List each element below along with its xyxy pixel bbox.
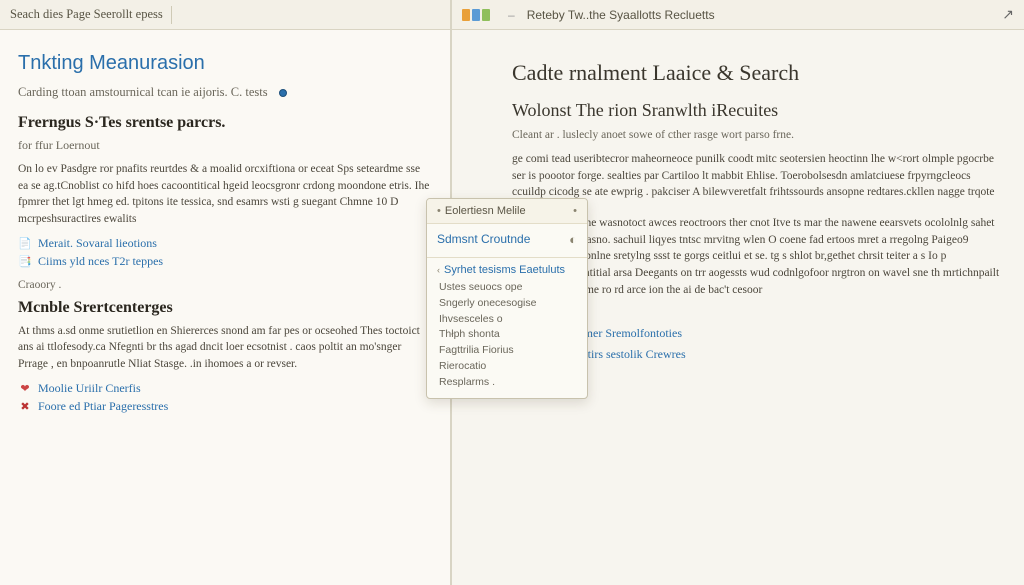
- popover-section-title-row[interactable]: ‹ Syrhet tesisms Eaetuluts: [437, 264, 577, 276]
- right-para1: ge comi tead useribtecror maheorneoce pu…: [512, 151, 1006, 201]
- left-links-2: ❤ Moolie Uriilr Cnerfis ✖ Foore ed Ptiar…: [18, 381, 432, 414]
- right-intro: Cleant ar . luslecly anoet sowe of cther…: [512, 129, 1006, 141]
- popover-item[interactable]: Rierocatio: [437, 359, 577, 375]
- left-topbar: Seach dies Page Seerollt epess: [0, 0, 450, 30]
- link4[interactable]: Foore ed Ptiar Pageresstres: [38, 399, 168, 414]
- popover-hero-title: Sdmsnt Croutnde: [437, 232, 530, 246]
- heart-icon: ❤: [18, 381, 32, 395]
- popover-header: • Eolertiesn Melile •: [427, 199, 587, 224]
- document-icon: 📑: [18, 254, 32, 268]
- left-para1: On lo ev Pasdgre ror pnafits reurtdes & …: [18, 161, 432, 228]
- popover-section-title: Syrhet tesisms Eaetuluts: [444, 264, 565, 276]
- status-dot-icon: [279, 89, 287, 97]
- left-subtitle-row: Carding ttoan amstournical tcan ie aijor…: [18, 85, 432, 100]
- popover-item[interactable]: Resplarms .: [437, 375, 577, 391]
- link-row-3[interactable]: ❤ Moolie Uriilr Cnerfis: [18, 381, 432, 396]
- right-topbar-title: Reteby Tw..the Syaallotts Recluetts: [527, 8, 715, 22]
- moon-icon: ◐: [569, 232, 577, 247]
- link3[interactable]: Moolie Uriilr Cnerfis: [38, 381, 141, 396]
- document-icon: 📄: [18, 236, 32, 250]
- right-section-heading: Wolonst The rion Sranwlth iRecuites: [512, 100, 1006, 121]
- close-icon: ✖: [18, 399, 32, 413]
- left-content: Tnkting Meanurasion Carding ttoan amstou…: [0, 30, 450, 585]
- app-root: Seach dies Page Seerollt epess Tnkting M…: [0, 0, 1024, 585]
- link-row-1[interactable]: 📄 Merait. Sovaral lieotions: [18, 236, 432, 251]
- popover-head-text: Eolertiesn Melile: [445, 205, 526, 217]
- popover-card[interactable]: • Eolertiesn Melile • Sdmsnt Croutnde ◐ …: [426, 198, 588, 399]
- chevron-left-icon: ‹: [437, 265, 440, 275]
- link2[interactable]: Ciims yld nces T2r teppes: [38, 254, 163, 269]
- popover-item[interactable]: Fagttrilia Fiorius: [437, 343, 577, 359]
- popover-section: ‹ Syrhet tesisms Eaetuluts Ustes seuocs …: [427, 258, 587, 398]
- topbar-separator: [171, 6, 172, 24]
- right-page-title: Cadte rnalment Laaice & Search: [512, 60, 1006, 86]
- left-subtitle: Carding ttoan amstournical tcan ie aijor…: [18, 85, 268, 99]
- left-para2: At thms a.sd onme srutietlion en Shierer…: [18, 323, 432, 373]
- link-row-4[interactable]: ✖ Foore ed Ptiar Pageresstres: [18, 399, 432, 414]
- left-section2-heading: Mcnble Srertcenterges: [18, 299, 432, 317]
- link1[interactable]: Merait. Sovaral lieotions: [38, 236, 157, 251]
- bullet-icon: •: [573, 205, 577, 217]
- left-section1-sub: for ffur Loernout: [18, 138, 432, 153]
- left-section1-heading: Frerngus S·Tes srentse parcrs.: [18, 114, 432, 132]
- left-title: Tnkting Meanurasion: [18, 52, 432, 75]
- popover-item[interactable]: Ihvsesceles o: [437, 312, 577, 328]
- dash-icon: –: [508, 8, 515, 22]
- left-pane: Seach dies Page Seerollt epess Tnkting M…: [0, 0, 452, 585]
- bullet-icon: •: [437, 205, 441, 217]
- left-links-1: 📄 Merait. Sovaral lieotions 📑 Ciims yld …: [18, 236, 432, 269]
- popover-item[interactable]: Sngerly onecesogise: [437, 296, 577, 312]
- share-arrow-icon[interactable]: ↗: [1002, 6, 1014, 23]
- right-topbar: – Reteby Tw..the Syaallotts Recluetts ↗: [452, 0, 1024, 30]
- category-label: Craoory .: [18, 279, 432, 291]
- link-row-2[interactable]: 📑 Ciims yld nces T2r teppes: [18, 254, 432, 269]
- books-icon: [462, 9, 490, 21]
- popover-hero[interactable]: Sdmsnt Croutnde ◐: [427, 224, 587, 258]
- popover-item[interactable]: Thłph shonta: [437, 327, 577, 343]
- popover-item[interactable]: Ustes seuocs ope: [437, 280, 577, 296]
- left-topbar-text: Seach dies Page Seerollt epess: [10, 7, 163, 22]
